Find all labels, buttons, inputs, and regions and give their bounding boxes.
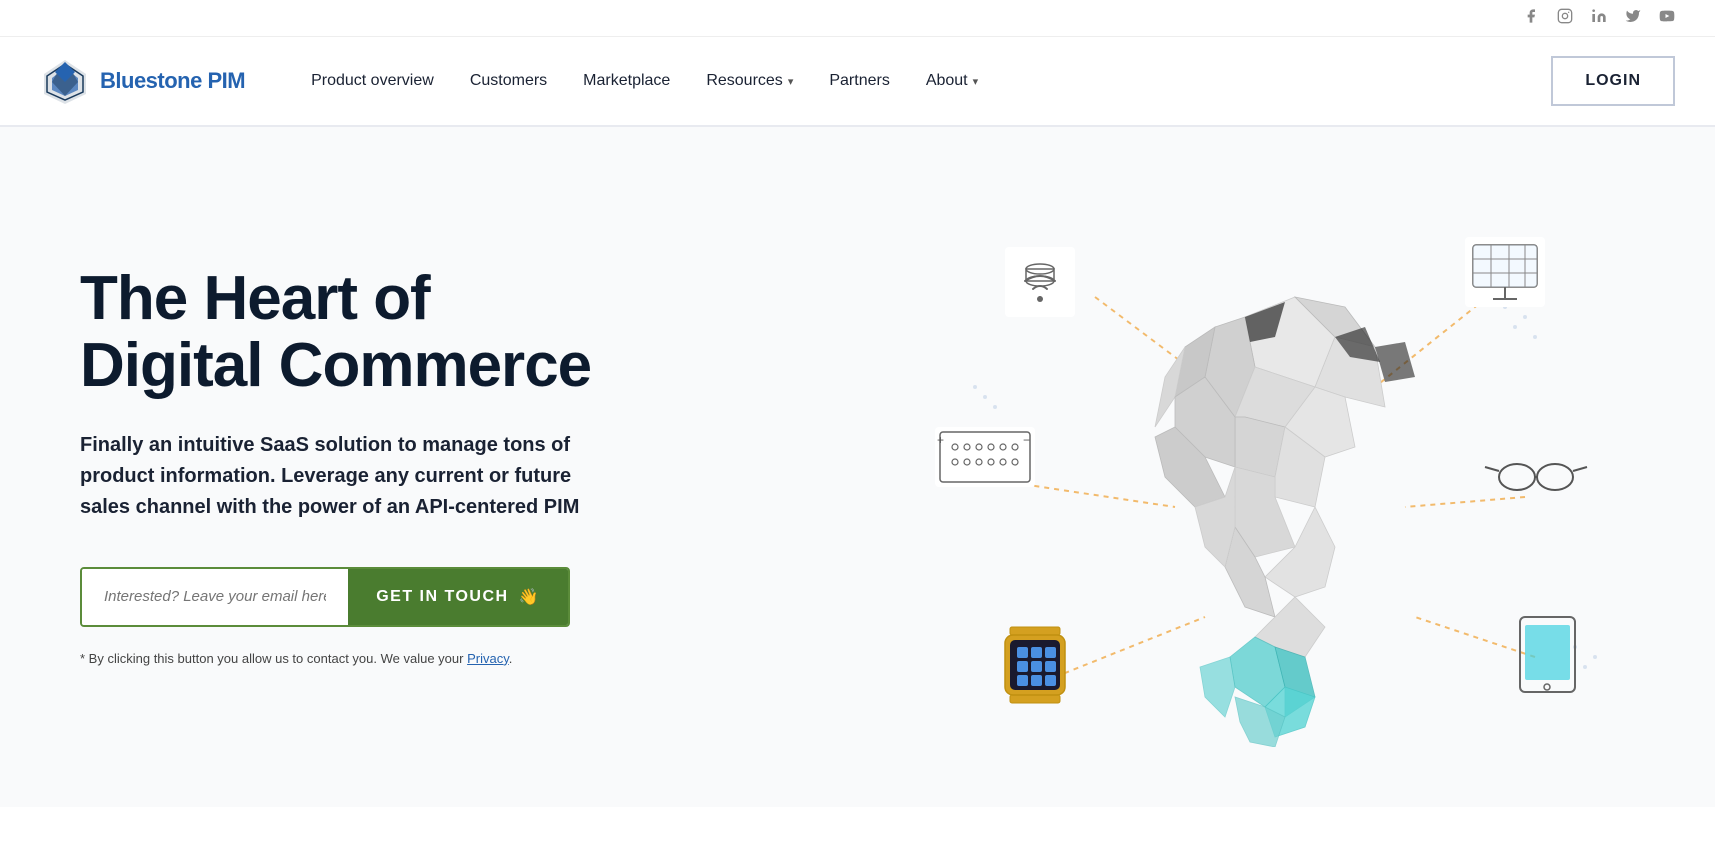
hero-subtitle: Finally an intuitive SaaS solution to ma… [80,430,620,523]
keyboard-icon-group: + − [935,427,1035,487]
social-bar [0,0,1715,37]
nav-marketplace[interactable]: Marketplace [567,62,686,100]
cta-label: GET IN TOUCH [376,588,508,606]
nav-partners[interactable]: Partners [813,62,905,100]
hero-title: The Heart of Digital Commerce [80,266,680,400]
nav-links: Product overview Customers Marketplace R… [295,62,1551,100]
wave-emoji-icon: 👋 [519,587,540,607]
database-icon-group [1005,247,1075,317]
login-button[interactable]: LOGIN [1551,56,1675,106]
about-chevron-icon: ▾ [973,75,979,88]
logo[interactable]: Bluestone PIM [40,56,245,106]
twitter-link[interactable] [1625,8,1641,28]
disclaimer-text: * By clicking this button you allow us t… [80,649,680,669]
email-input[interactable] [82,569,348,625]
nav-about[interactable]: About▾ [910,62,994,100]
svg-text:−: − [1023,433,1030,447]
logo-text: Bluestone PIM [100,68,245,94]
get-in-touch-button[interactable]: GET IN TOUCH 👋 [348,569,568,625]
privacy-link[interactable]: Privacy [467,651,509,666]
hero-content: The Heart of Digital Commerce Finally an… [80,266,680,668]
cta-form: GET IN TOUCH 👋 [80,567,570,627]
facebook-link[interactable] [1523,8,1539,28]
nav-resources[interactable]: Resources▾ [690,62,809,100]
heart-graphic: + − [875,187,1635,747]
glasses-icon-group [1485,464,1587,490]
svg-text:+: + [937,433,944,447]
hero-section: The Heart of Digital Commerce Finally an… [0,127,1715,807]
monitor-icon-group [1465,237,1545,307]
logo-icon [40,56,90,106]
resources-chevron-icon: ▾ [788,75,794,88]
nav-customers[interactable]: Customers [454,62,563,100]
instagram-link[interactable] [1557,8,1573,28]
hero-illustration: + − [680,187,1635,747]
youtube-link[interactable] [1659,8,1675,28]
navbar: Bluestone PIM Product overview Customers… [0,37,1715,127]
linkedin-link[interactable] [1591,8,1607,28]
nav-product-overview[interactable]: Product overview [295,62,450,100]
tablet-icon-group [1520,617,1575,692]
smartwatch-icon-group [1005,627,1065,703]
